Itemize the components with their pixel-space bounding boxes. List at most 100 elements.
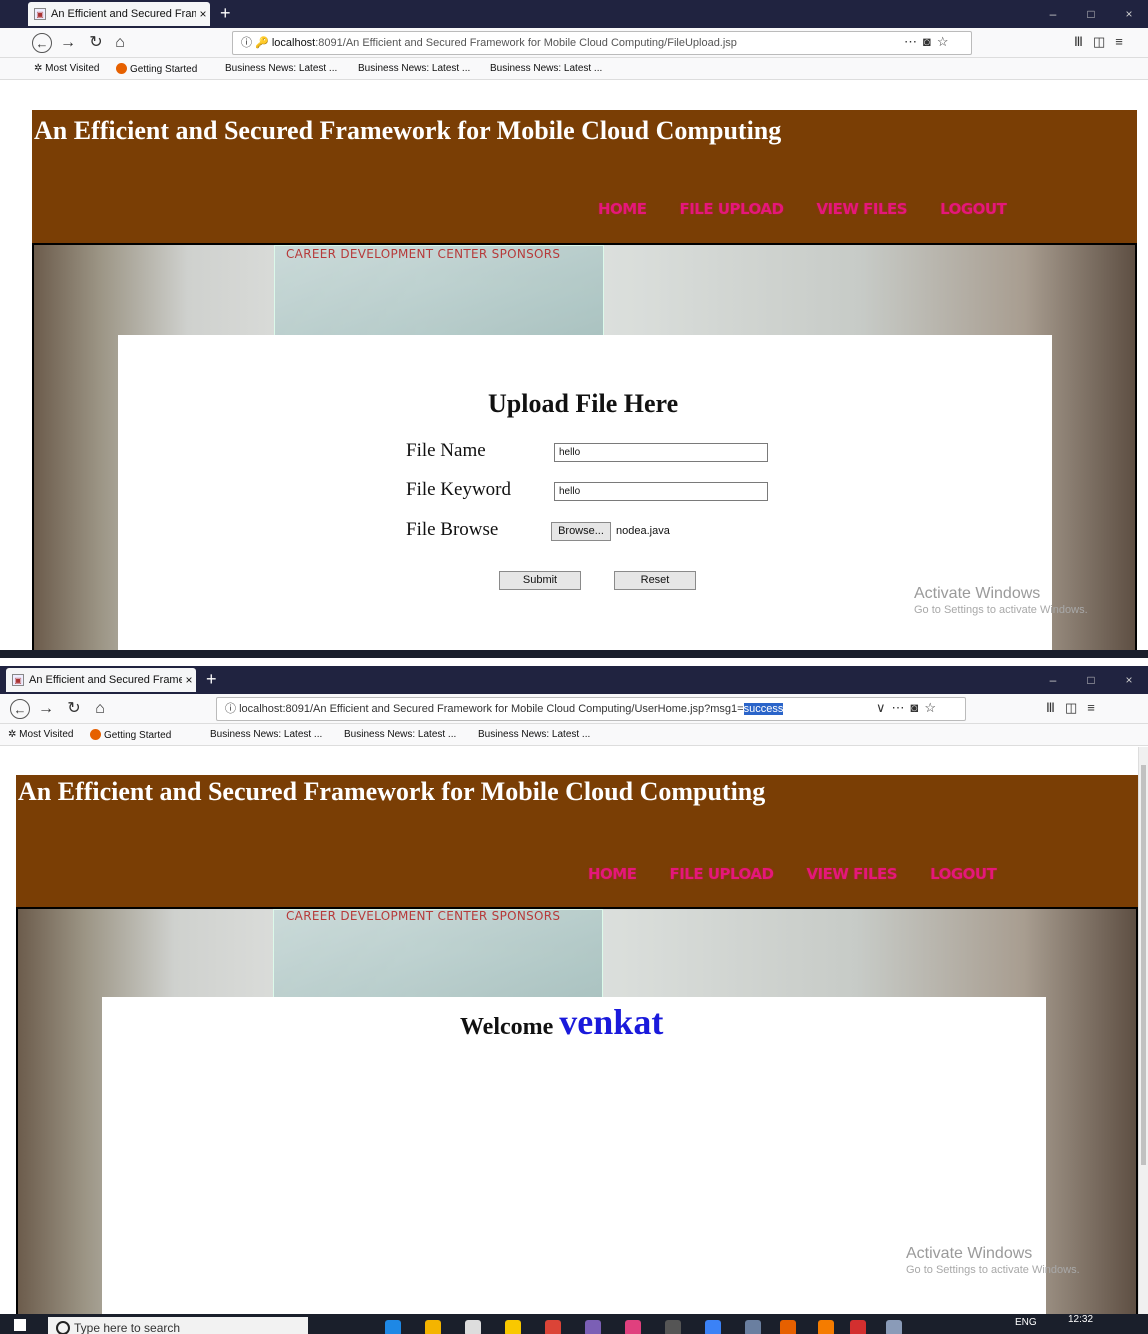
window-controls: – □ × [1034, 0, 1148, 28]
bookmark-business-news-1[interactable]: Business News: Latest ... [210, 729, 322, 740]
pocket-icon[interactable]: ◙ [911, 700, 925, 715]
site-title: An Efficient and Secured Framework for M… [34, 116, 782, 145]
library-icon[interactable]: Ⅲ [1046, 700, 1065, 715]
menu-icon[interactable]: ≡ [1115, 34, 1133, 49]
bookmark-business-news-3[interactable]: Business News: Latest ... [478, 729, 590, 740]
scrollbar-thumb[interactable] [1141, 765, 1146, 1165]
banner-image: CAREER DEVELOPMENT CENTER SPONSORS Uploa… [32, 243, 1137, 658]
home-icon[interactable]: ⌂ [110, 33, 130, 53]
menu-icon[interactable]: ≡ [1087, 700, 1105, 715]
menu-logout[interactable]: LOGOUT [940, 200, 1007, 218]
bookmark-most-visited[interactable]: ✲ Most Visited [8, 729, 73, 740]
gear-icon: ✲ [8, 729, 17, 740]
library-icon[interactable]: Ⅲ [1074, 34, 1093, 49]
tab-close-icon[interactable]: × [182, 673, 196, 687]
home-icon[interactable]: ⌂ [90, 699, 110, 719]
forward-icon[interactable]: → [36, 699, 56, 719]
app-icon[interactable] [625, 1320, 641, 1334]
bookmark-business-news-2[interactable]: Business News: Latest ... [358, 63, 470, 74]
tab-close-icon[interactable]: × [196, 7, 210, 21]
new-tab-button[interactable]: + [206, 668, 217, 690]
app-icon[interactable] [705, 1320, 721, 1334]
menu-logout[interactable]: LOGOUT [930, 865, 997, 883]
reload-icon[interactable]: ↻ [86, 33, 106, 53]
file-keyword-label: File Keyword [406, 479, 512, 500]
pdf-icon[interactable] [850, 1320, 866, 1334]
info-icon[interactable]: ⓘ [225, 703, 236, 715]
language-indicator[interactable]: ENG [1015, 1317, 1037, 1328]
taskbar-search-input[interactable]: Type here to search [48, 1317, 308, 1334]
activate-windows-watermark: Activate Windows Go to Settings to activ… [906, 1245, 1080, 1276]
bookmark-getting-started[interactable]: Getting Started [116, 63, 197, 75]
bookmark-business-news-2[interactable]: Business News: Latest ... [344, 729, 456, 740]
site-title: An Efficient and Secured Framework for M… [18, 777, 766, 806]
main-menu: HOME FILE UPLOAD VIEW FILES LOGOUT [588, 865, 1029, 883]
firefox-taskbar-icon[interactable] [780, 1320, 796, 1334]
url-selected-text: success [743, 703, 784, 715]
menu-home[interactable]: HOME [598, 200, 647, 218]
edge-icon[interactable] [385, 1320, 401, 1334]
app-icon[interactable] [886, 1320, 902, 1334]
menu-home[interactable]: HOME [588, 865, 637, 883]
settings-icon[interactable] [465, 1320, 481, 1334]
windows-start-icon[interactable] [14, 1319, 26, 1331]
site-header: An Efficient and Secured Framework for M… [16, 775, 1138, 910]
more-actions-icon[interactable]: ⋯ [892, 700, 911, 715]
more-actions-icon[interactable]: ⋯ [904, 34, 923, 49]
taskbar-clock[interactable]: 12:32 [1068, 1314, 1093, 1325]
file-explorer-icon[interactable] [505, 1320, 521, 1334]
menu-file-upload[interactable]: FILE UPLOAD [669, 865, 773, 883]
sidebar-icon[interactable]: ◫ [1093, 34, 1115, 49]
address-bar[interactable]: ⓘ 🔑 localhost:8091/An Efficient and Secu… [232, 31, 972, 55]
forward-icon[interactable]: → [58, 33, 78, 53]
bookmark-star-icon[interactable]: ☆ [924, 700, 942, 715]
app-icon[interactable] [818, 1320, 834, 1334]
store-icon[interactable] [425, 1320, 441, 1334]
site-header: An Efficient and Secured Framework for M… [32, 110, 1137, 245]
bookmark-most-visited[interactable]: ✲ Most Visited [34, 63, 99, 74]
browser-tab[interactable]: ▣ An Efficient and Secured Frame × [28, 2, 210, 26]
pocket-icon[interactable]: ◙ [923, 34, 937, 49]
banner-image: CAREER DEVELOPMENT CENTER SPONSORS Welco… [16, 907, 1138, 1327]
close-window-icon[interactable]: × [1110, 666, 1148, 694]
app-icon[interactable] [585, 1320, 601, 1334]
menu-file-upload[interactable]: FILE UPLOAD [679, 200, 783, 218]
bookmark-business-news-3[interactable]: Business News: Latest ... [490, 63, 602, 74]
minimize-icon[interactable]: – [1034, 666, 1072, 694]
menu-view-files[interactable]: VIEW FILES [806, 865, 897, 883]
page-favicon-icon: ▣ [12, 674, 24, 686]
bookmark-business-news-1[interactable]: Business News: Latest ... [225, 63, 337, 74]
windows-taskbar: Type here to search ENG 12:32 [0, 1314, 1148, 1334]
address-bar[interactable]: ⓘ localhost:8091/An Efficient and Secure… [216, 697, 966, 721]
maximize-icon[interactable]: □ [1072, 666, 1110, 694]
sponsor-text: CAREER DEVELOPMENT CENTER SPONSORS [286, 909, 561, 923]
submit-button[interactable]: Submit [499, 571, 581, 590]
file-keyword-input[interactable]: hello [554, 482, 768, 501]
file-name-input[interactable]: hello [554, 443, 768, 462]
back-icon[interactable]: ← [10, 699, 30, 719]
taskbar-strip [0, 650, 1148, 658]
reload-icon[interactable]: ↻ [64, 699, 84, 719]
menu-view-files[interactable]: VIEW FILES [816, 200, 907, 218]
reset-button[interactable]: Reset [614, 571, 696, 590]
browser-tab[interactable]: ▣ An Efficient and Secured Frame × [6, 668, 196, 692]
firefox-icon [116, 63, 127, 74]
minimize-icon[interactable]: – [1034, 0, 1072, 28]
page-actions: ⋯◙☆ [904, 34, 955, 50]
app-icon[interactable] [745, 1320, 761, 1334]
app-icon[interactable] [665, 1320, 681, 1334]
maximize-icon[interactable]: □ [1072, 0, 1110, 28]
browse-button[interactable]: Browse... [551, 522, 611, 541]
chrome-icon[interactable] [545, 1320, 561, 1334]
new-tab-button[interactable]: + [220, 2, 231, 24]
welcome-heading: Welcome venkat [460, 1002, 664, 1042]
info-icon[interactable]: ⓘ [241, 37, 252, 49]
close-window-icon[interactable]: × [1110, 0, 1148, 28]
sidebar-icon[interactable]: ◫ [1065, 700, 1087, 715]
back-icon[interactable]: ← [32, 33, 52, 53]
file-upload-screenshot: ▣ An Efficient and Secured Frame × + – □… [0, 0, 1148, 658]
bookmark-getting-started[interactable]: Getting Started [90, 729, 171, 741]
bookmark-star-icon[interactable]: ☆ [937, 34, 955, 49]
page-scrollbar[interactable] [1138, 747, 1148, 1314]
dropdown-icon[interactable]: ∨ [876, 700, 892, 715]
